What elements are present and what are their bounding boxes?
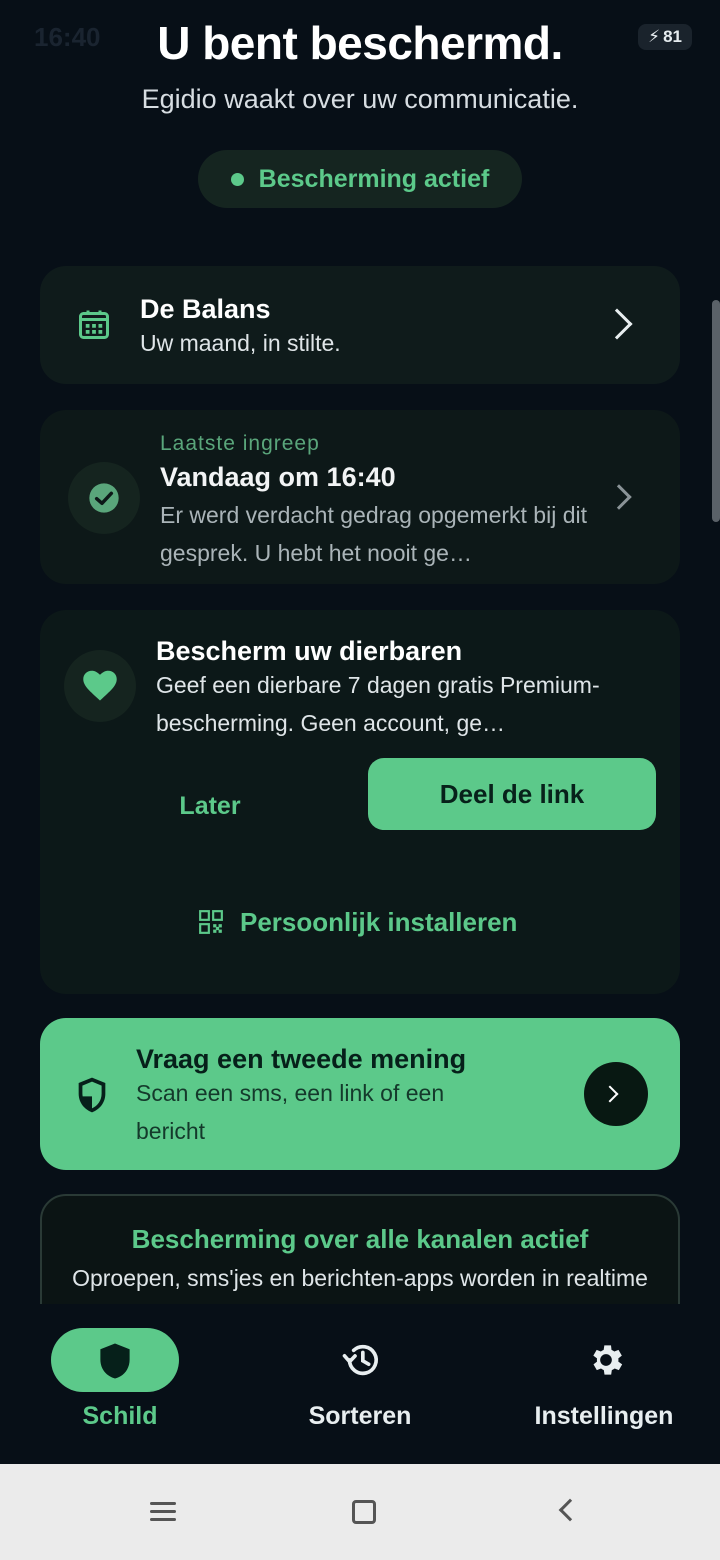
install-personally-label: Persoonlijk installeren: [240, 906, 518, 937]
channels-title: Bescherming over alle kanalen actief: [131, 1224, 589, 1254]
home-icon[interactable]: [352, 1500, 376, 1524]
history-icon: [342, 1344, 378, 1376]
calendar-icon: [79, 310, 109, 339]
main-scroll-area[interactable]: 16:40 ⚡ 81 U bent beschermd. Egidio waakt…: [0, 0, 720, 1304]
balans-card[interactable]: De Balans Uw maand, in stilte.: [40, 266, 680, 384]
last-action-title: Vandaag om 16:40: [160, 462, 396, 492]
channels-description: Oproepen, sms'jes en berichten-apps word…: [72, 1265, 648, 1304]
qr-code-icon: [199, 910, 223, 934]
last-action-label: Laatste ingreep: [160, 432, 320, 455]
loved-ones-description: Geef een dierbare 7 dagen gratis Premium…: [156, 672, 600, 736]
protection-status-text: Bescherming actief: [258, 164, 490, 193]
system-navigation-bar: [0, 1464, 720, 1560]
nav-item-schild[interactable]: Schild: [0, 1304, 240, 1464]
second-opinion-description: Scan een sms, een link of een bericht: [136, 1080, 445, 1144]
chevron-right-icon: [601, 308, 633, 340]
share-link-button[interactable]: Deel de link: [368, 758, 656, 830]
gear-icon: [593, 1345, 623, 1375]
shield-icon: [100, 1343, 130, 1379]
recent-apps-icon[interactable]: [150, 1500, 176, 1522]
scrollbar[interactable]: [712, 300, 720, 522]
app-screen: 16:40 ⚡ 81 U bent beschermd. Egidio waakt…: [0, 0, 720, 1560]
check-badge: [68, 462, 140, 534]
second-opinion-title: Vraag een tweede mening: [136, 1044, 467, 1074]
protection-status-badge: Bescherming actief: [198, 150, 522, 208]
balans-title: De Balans: [140, 294, 271, 324]
chevron-right-icon: [601, 1085, 619, 1103]
loved-ones-title: Bescherm uw dierbaren: [156, 636, 463, 666]
second-opinion-card[interactable]: Vraag een tweede mening Scan een sms, ee…: [40, 1018, 680, 1170]
back-icon[interactable]: [558, 1498, 582, 1522]
last-action-card[interactable]: Laatste ingreep Vandaag om 16:40 Er werd…: [40, 410, 680, 584]
last-action-description: Er werd verdacht gedrag opgemerkt bij di…: [160, 502, 587, 566]
status-dot-icon: [230, 172, 244, 186]
second-opinion-go-button[interactable]: [584, 1062, 648, 1126]
nav-label-sorteren: Sorteren: [308, 1402, 412, 1430]
shield-half-icon: [78, 1077, 106, 1113]
chevron-right-icon: [606, 484, 632, 510]
nav-label-schild: Schild: [82, 1402, 158, 1430]
page-subtitle: Egidio waakt over uw communicatie.: [141, 84, 579, 114]
install-personally-button[interactable]: Persoonlijk installeren: [198, 902, 517, 942]
bottom-navigation: Schild Sorteren Instellingen: [0, 1304, 720, 1464]
channels-status-card: Bescherming over alle kanalen actief Opr…: [40, 1194, 680, 1304]
nav-active-indicator: [51, 1328, 179, 1392]
balans-subtitle: Uw maand, in stilte.: [140, 330, 341, 356]
heart-icon: [83, 670, 117, 701]
check-circle-icon: [89, 483, 119, 513]
nav-item-sorteren[interactable]: Sorteren: [240, 1304, 480, 1464]
page-title: U bent beschermd.: [157, 17, 563, 69]
loved-ones-card: Bescherm uw dierbaren Geef een dierbare …: [40, 610, 680, 994]
nav-item-instellingen[interactable]: Instellingen: [484, 1304, 720, 1464]
nav-label-instellingen: Instellingen: [534, 1402, 674, 1430]
heart-badge: [64, 650, 136, 722]
later-button[interactable]: Later: [140, 784, 280, 828]
